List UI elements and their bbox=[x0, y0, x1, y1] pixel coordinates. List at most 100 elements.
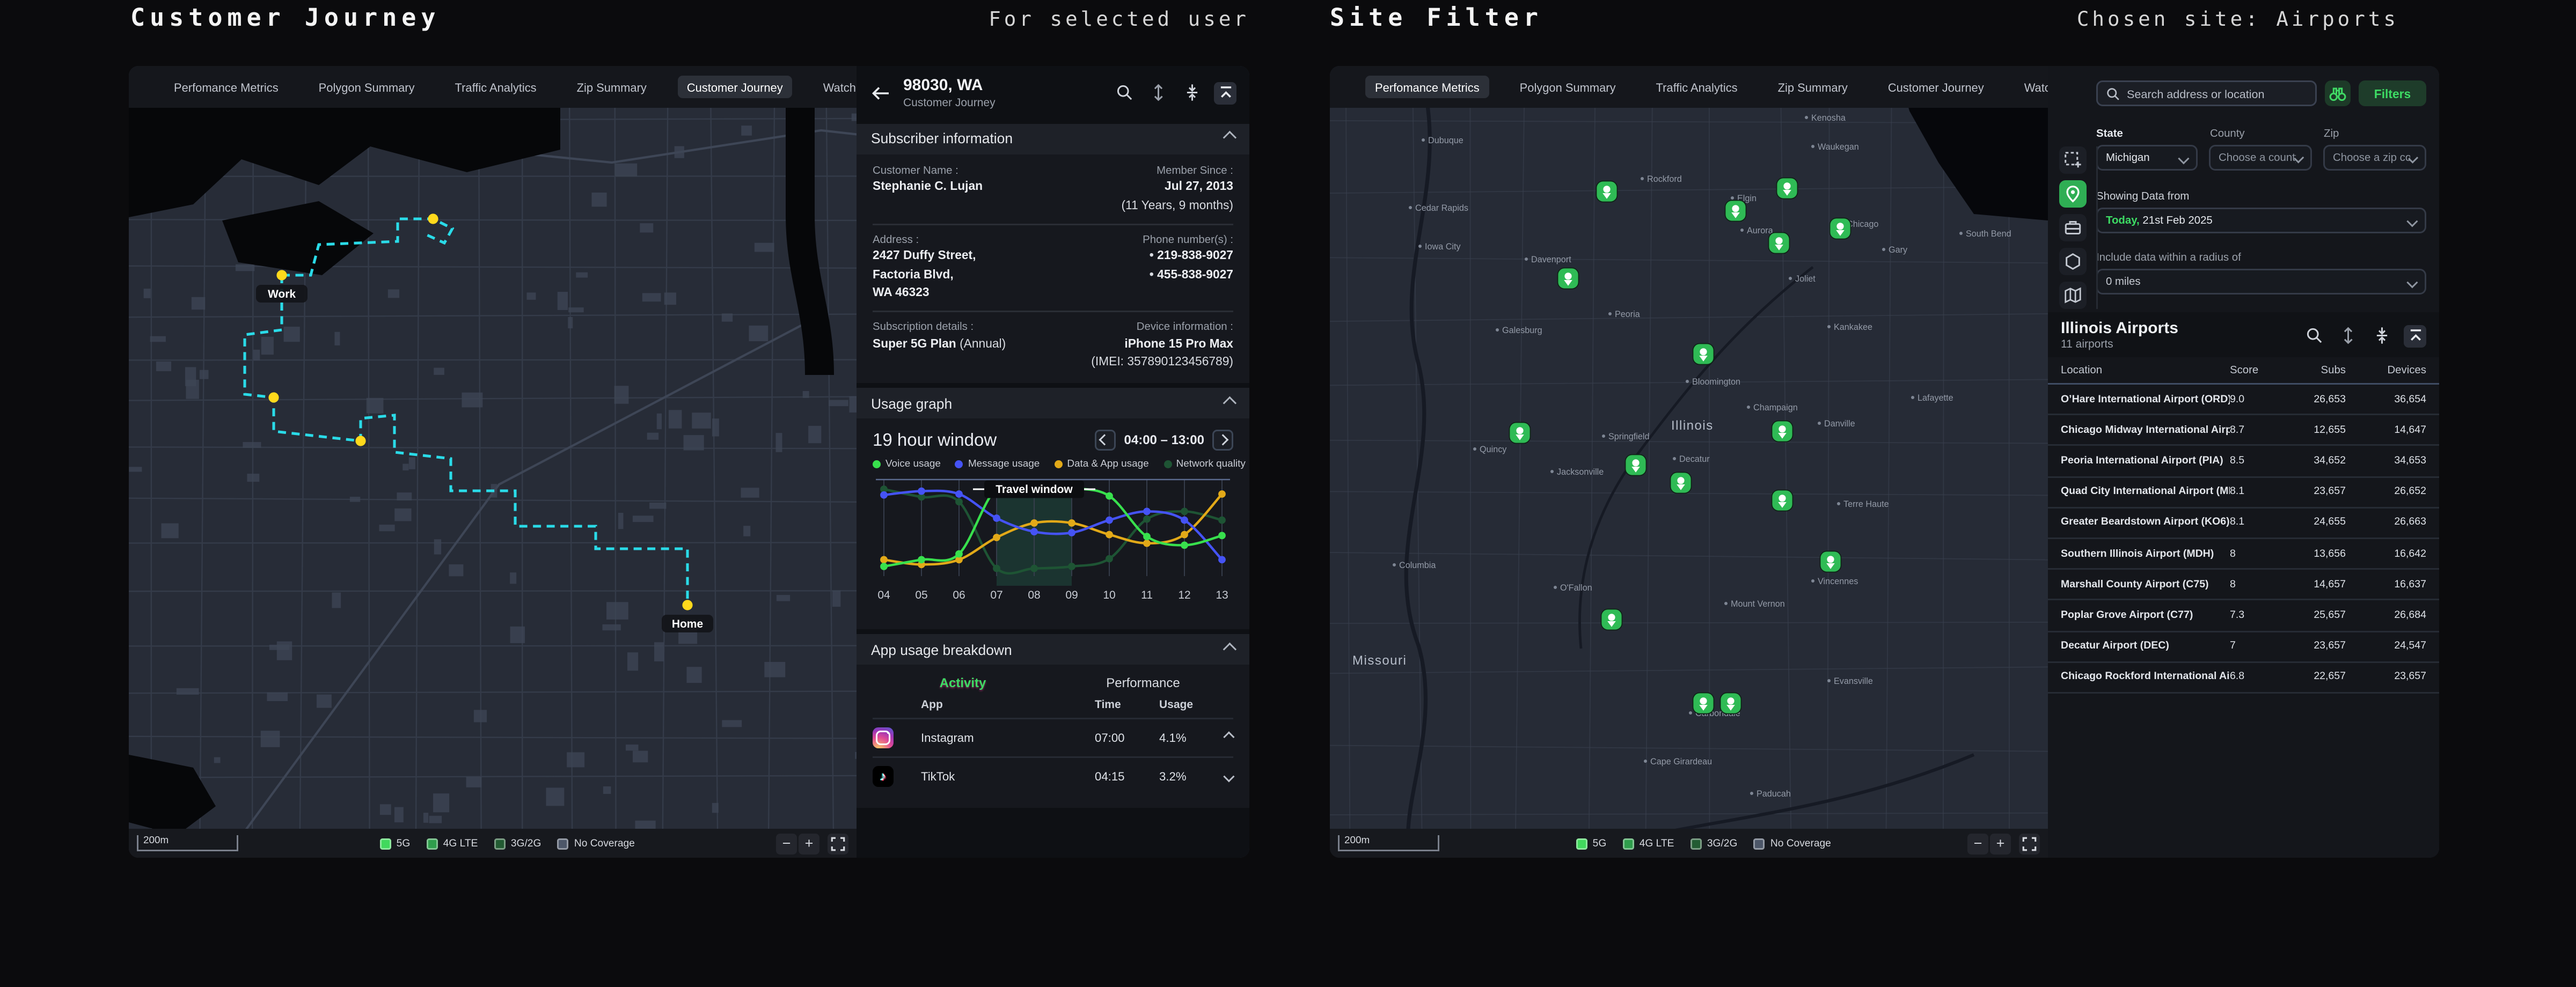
city-label: Chicago bbox=[1847, 219, 1878, 229]
app-tab-performance[interactable]: Performance bbox=[1053, 676, 1233, 690]
airport-marker[interactable] bbox=[1769, 233, 1790, 254]
airport-marker[interactable] bbox=[1777, 178, 1798, 199]
airport-devices: 16,637 bbox=[2346, 579, 2429, 590]
tab-customer-journey[interactable]: Customer Journey bbox=[677, 76, 793, 98]
airport-subs: 25,657 bbox=[2275, 610, 2346, 621]
collapse-sections-button[interactable] bbox=[1180, 82, 1203, 104]
fullscreen-button[interactable] bbox=[2019, 833, 2040, 854]
collapse-panel-button[interactable] bbox=[2404, 325, 2426, 347]
briefcase-button[interactable] bbox=[2059, 214, 2086, 241]
airport-devices: 23,657 bbox=[2346, 672, 2429, 683]
tab-polygon-summary[interactable]: Polygon Summary bbox=[1510, 76, 1626, 98]
tab-perfomance-metrics[interactable]: Perfomance Metrics bbox=[1365, 76, 1489, 98]
location-pin-button[interactable] bbox=[2059, 180, 2086, 208]
search-input[interactable]: Search address or location bbox=[2096, 80, 2317, 106]
airport-marker[interactable] bbox=[1820, 551, 1841, 572]
usage-chart[interactable]: 04050607080910111213Travel window bbox=[873, 473, 1233, 608]
row-expand-button[interactable] bbox=[1214, 734, 1233, 742]
table-row[interactable]: Chicago Rockford International Airport (… bbox=[2048, 662, 2439, 694]
airport-marker[interactable] bbox=[1626, 455, 1646, 476]
airport-marker[interactable] bbox=[1725, 201, 1746, 222]
app-usage: 4.1% bbox=[1159, 731, 1214, 745]
airport-marker[interactable] bbox=[1772, 490, 1793, 511]
state-label: Missouri bbox=[1352, 653, 1407, 668]
zoom-in-button[interactable]: + bbox=[799, 833, 819, 854]
app-tab-activity[interactable]: Activity bbox=[873, 676, 1053, 690]
airport-name: Quad City International Airport (MLI) bbox=[2061, 486, 2230, 497]
search-button[interactable] bbox=[2302, 325, 2325, 347]
airport-marker[interactable] bbox=[1693, 693, 1714, 714]
apps-section-header[interactable]: App usage breakdown bbox=[857, 634, 1249, 665]
zip-select[interactable]: Choose a zip code bbox=[2323, 145, 2426, 171]
tab-zip-summary[interactable]: Zip Summary bbox=[567, 76, 656, 98]
airport-marker[interactable] bbox=[1721, 693, 1741, 714]
back-button[interactable] bbox=[869, 82, 892, 104]
table-row[interactable]: Poplar Grove Airport (C77)7.325,65726,68… bbox=[2048, 601, 2439, 632]
table-row[interactable]: Quad City International Airport (MLI)8.1… bbox=[2048, 477, 2439, 509]
fullscreen-button[interactable] bbox=[828, 833, 848, 854]
date-select[interactable]: Today, 21st Feb 2025 bbox=[2096, 208, 2426, 233]
expand-sections-button[interactable] bbox=[1146, 82, 1169, 104]
airport-marker[interactable] bbox=[1510, 423, 1531, 444]
legend-label: Data & App usage bbox=[1067, 459, 1148, 470]
table-row[interactable]: Greater Beardstown Airport (KO6)8.124,65… bbox=[2048, 508, 2439, 539]
zoom-out-button[interactable]: − bbox=[1967, 833, 1988, 854]
city-label: Rockford bbox=[1647, 174, 1682, 184]
row-expand-button[interactable] bbox=[1214, 773, 1233, 780]
airport-subs: 13,656 bbox=[2275, 548, 2346, 559]
table-row[interactable]: Marshall County Airport (C75)814,65716,6… bbox=[2048, 570, 2439, 601]
usage-section-header[interactable]: Usage graph bbox=[857, 388, 1249, 418]
explore-button[interactable] bbox=[2325, 80, 2351, 106]
airport-marker[interactable] bbox=[1772, 421, 1793, 442]
airport-marker[interactable] bbox=[1830, 218, 1851, 239]
marquee-select-button[interactable] bbox=[2059, 146, 2086, 174]
tab-perfomance-metrics[interactable]: Perfomance Metrics bbox=[164, 76, 288, 98]
tab-traffic-analytics[interactable]: Traffic Analytics bbox=[1646, 76, 1747, 98]
airport-marker[interactable] bbox=[1597, 181, 1618, 202]
collapse-panel-button[interactable] bbox=[1214, 82, 1236, 104]
table-row[interactable]: O’Hare International Airport (ORD)9.026,… bbox=[2048, 385, 2439, 416]
app-name: TikTok bbox=[921, 769, 1095, 784]
airport-marker[interactable] bbox=[1558, 268, 1579, 289]
table-row[interactable]: Chicago Midway International Airport (MD… bbox=[2048, 416, 2439, 447]
city-label: Joliet bbox=[1795, 274, 1816, 284]
zoom-in-button[interactable]: + bbox=[1990, 833, 2011, 854]
map-button[interactable] bbox=[2059, 282, 2086, 309]
table-row[interactable]: Southern Illinois Airport (MDH)813,65616… bbox=[2048, 539, 2439, 570]
region-map[interactable]: KenoshaWaukeganDubuqueRockfordElginChica… bbox=[1330, 66, 2048, 858]
filters-button[interactable]: Filters bbox=[2359, 80, 2426, 106]
previous-window-button[interactable] bbox=[1095, 430, 1116, 451]
app-row[interactable]: Instagram07:004.1% bbox=[873, 718, 1233, 756]
right-map-toolbar: 200m 5G4G LTE3G/2GNo Coverage − + bbox=[1330, 829, 2048, 858]
radius-select[interactable]: 0 miles bbox=[2096, 269, 2426, 294]
airport-marker[interactable] bbox=[1693, 344, 1714, 365]
legend-label: No Coverage bbox=[574, 838, 635, 849]
expand-list-button[interactable] bbox=[2336, 325, 2359, 347]
airport-name: Poplar Grove Airport (C77) bbox=[2061, 610, 2230, 621]
state-select[interactable]: Michigan bbox=[2096, 145, 2198, 171]
collapse-list-button[interactable] bbox=[2370, 325, 2392, 347]
table-row[interactable]: Peoria International Airport (PIA)8.534,… bbox=[2048, 446, 2439, 477]
city-label: South Bend bbox=[1966, 229, 2011, 239]
next-window-button[interactable] bbox=[1212, 430, 1233, 451]
tab-customer-journey[interactable]: Customer Journey bbox=[1878, 76, 1994, 98]
zoom-out-button[interactable]: − bbox=[776, 833, 797, 854]
legend-label: 3G/2G bbox=[511, 838, 541, 849]
county-select[interactable]: Choose a county bbox=[2209, 145, 2312, 171]
divider bbox=[873, 311, 1233, 312]
window-title: 19 hour window bbox=[873, 431, 997, 450]
tab-zip-summary[interactable]: Zip Summary bbox=[1768, 76, 1857, 98]
tab-polygon-summary[interactable]: Polygon Summary bbox=[309, 76, 425, 98]
airport-marker[interactable] bbox=[1671, 473, 1692, 494]
legend-swatch bbox=[1576, 838, 1587, 849]
hexagon-button[interactable] bbox=[2059, 248, 2086, 275]
app-row[interactable]: ♪TikTok04:153.2% bbox=[873, 756, 1233, 795]
search-button[interactable] bbox=[1113, 82, 1135, 104]
results-section: Illinois Airports 11 airports bbox=[2048, 312, 2439, 858]
table-row[interactable]: Decatur Airport (DEC)723,65724,547 bbox=[2048, 632, 2439, 663]
airport-marker[interactable] bbox=[1601, 609, 1622, 630]
page-subtitle-right: Chosen site: Airports bbox=[2077, 6, 2399, 31]
city-label: Gary bbox=[1889, 245, 1908, 255]
subscriber-section-header[interactable]: Subscriber information bbox=[857, 123, 1249, 154]
tab-traffic-analytics[interactable]: Traffic Analytics bbox=[445, 76, 546, 98]
